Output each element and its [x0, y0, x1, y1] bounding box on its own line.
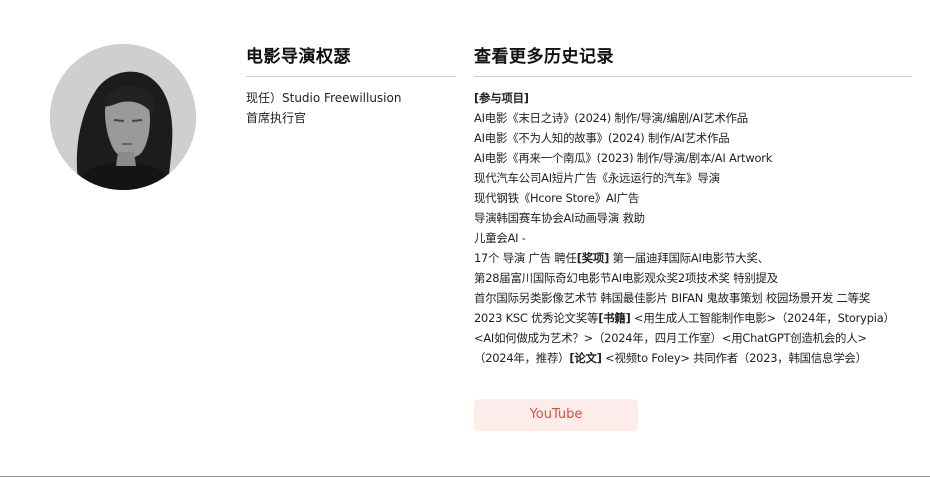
- section-awards: [奖项]: [576, 251, 610, 265]
- history-line: AI电影《不为人知的故事》(2024) 制作/AI艺术作品: [474, 131, 730, 145]
- role-line-position: 现任）Studio Freewillusion: [246, 91, 402, 105]
- page-bottom-divider: [0, 476, 930, 477]
- history-text: 2023 KSC 优秀论文奖等: [474, 311, 599, 325]
- history-column: 查看更多历史记录 [参与项目] AI电影《末日之诗》(2024) 制作/导演/编…: [474, 44, 912, 368]
- profile-name: 电影导演权瑟: [246, 47, 351, 67]
- history-line: 首尔国际另类影像艺术节 韩国最佳影片 BIFAN 鬼故事策划 校园场景开发 二等…: [474, 291, 871, 305]
- history-text: <视频to Foley> 共同作者（2023，韩国信息学会）: [601, 351, 867, 365]
- youtube-button[interactable]: YouTube: [474, 399, 638, 431]
- role-line-title: 首席执行官: [246, 111, 307, 125]
- history-text: <用生成人工智能制作电影>（2024年，Storypia）: [630, 311, 895, 325]
- history-text: （2024年，推荐）: [474, 351, 570, 365]
- section-participation: [参与项目]: [474, 91, 529, 105]
- avatar: [50, 44, 196, 190]
- history-line: 第28届富川国际奇幻电影节AI电影观众奖2项技术奖 特别提及: [474, 271, 778, 285]
- history-line: 现代汽车公司AI短片广告《永远运行的汽车》导演: [474, 171, 720, 185]
- history-line-papers: （2024年，推荐）[论文] <视频to Foley> 共同作者（2023，韩国…: [474, 348, 912, 368]
- history-line-awards: 17个 导演 广告 聘任[奖项] 第一届迪拜国际AI电影节大奖、: [474, 248, 912, 268]
- profile-role: 现任）Studio Freewillusion 首席执行官: [246, 88, 456, 128]
- history-line: AI电影《末日之诗》(2024) 制作/导演/编剧/AI艺术作品: [474, 111, 748, 125]
- history-line: 导演韩国赛车协会AI动画导演 救助: [474, 211, 645, 225]
- history-line: 儿童会AI -: [474, 231, 526, 245]
- history-divider: [474, 76, 912, 77]
- portrait-image: [50, 44, 196, 190]
- history-line: 现代钢铁《Hcore Store》AI广告: [474, 191, 640, 205]
- profile-column: 电影导演权瑟 现任）Studio Freewillusion 首席执行官: [246, 44, 456, 128]
- profile-divider: [246, 76, 456, 77]
- section-books: [书籍]: [598, 311, 631, 325]
- history-line: AI电影《再来一个南瓜》(2023) 制作/导演/剧本/AI Artwork: [474, 151, 773, 165]
- history-list: [参与项目] AI电影《末日之诗》(2024) 制作/导演/编剧/AI艺术作品 …: [474, 88, 912, 368]
- history-line-books: 2023 KSC 优秀论文奖等[书籍] <用生成人工智能制作电影>（2024年，…: [474, 308, 912, 328]
- history-title: 查看更多历史记录: [474, 47, 614, 67]
- history-line: <AI如何做成为艺术？>（2024年，四月工作室）<用ChatGPT创造机会的人…: [474, 331, 867, 345]
- history-text: 第一届迪拜国际AI电影节大奖、: [609, 251, 769, 265]
- section-papers: [论文]: [569, 351, 602, 365]
- history-text: 17个 导演 广告 聘任: [474, 251, 577, 265]
